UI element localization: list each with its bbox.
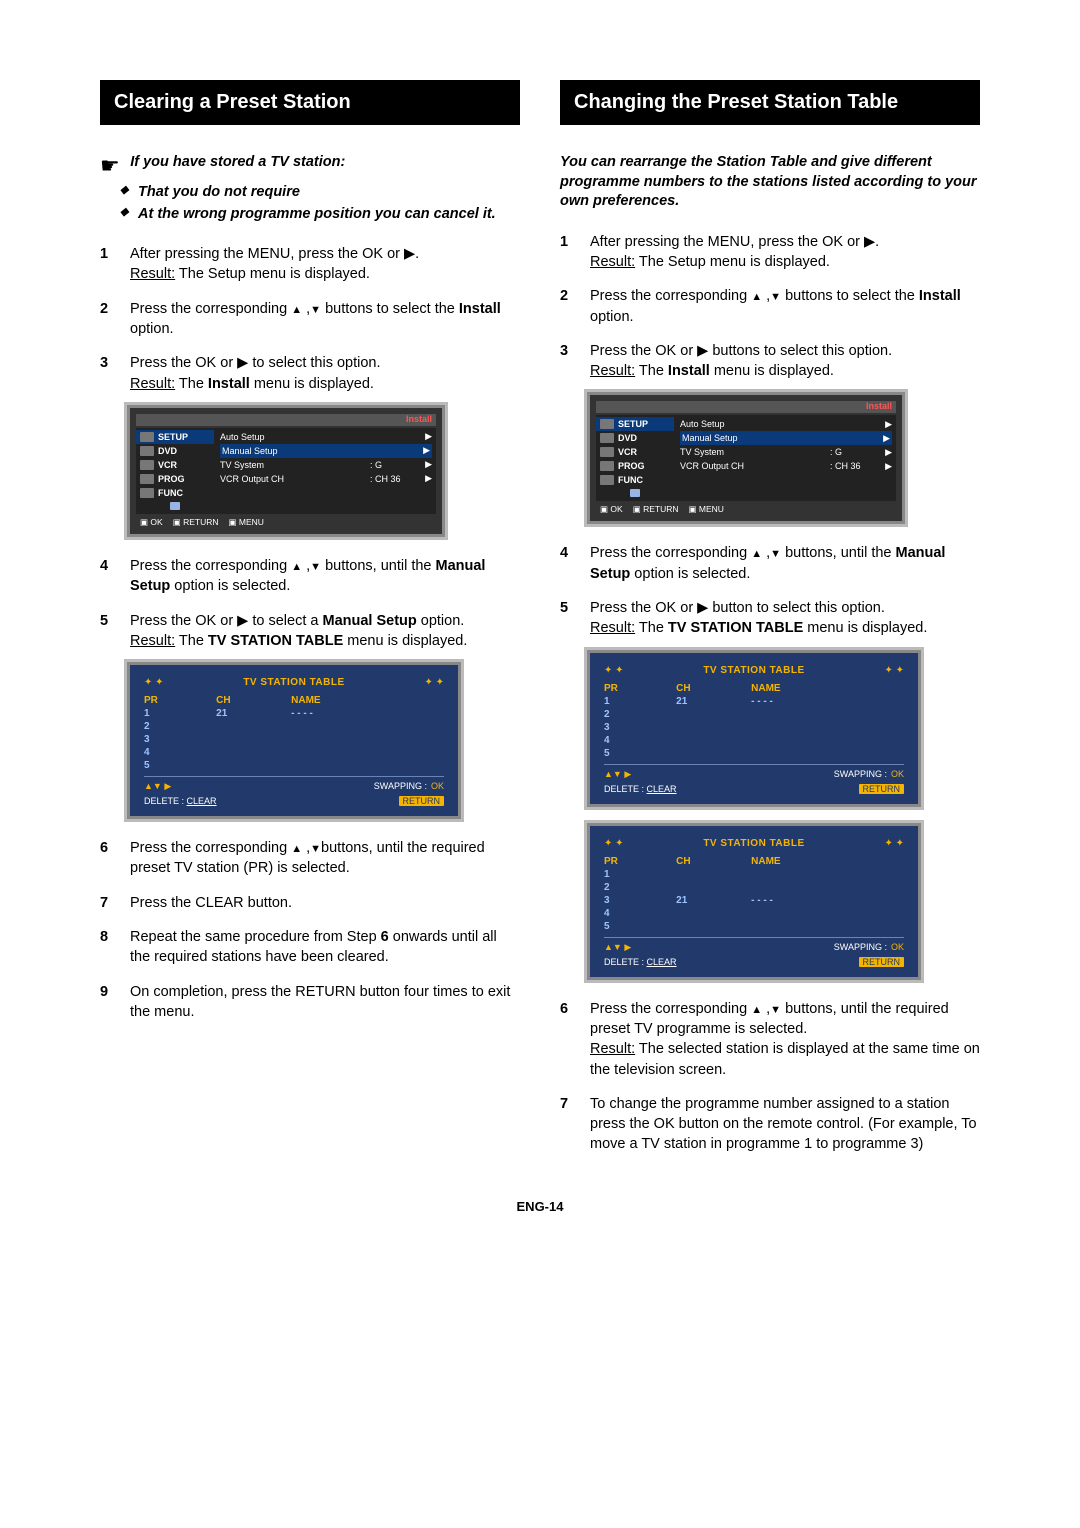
pointer-icon: ☛ [100, 153, 120, 178]
step-text: After pressing the MENU, press the OK or… [130, 244, 419, 285]
osd-tab: DVD [136, 444, 214, 458]
tv-station-table-screenshot: ✦ ✦TV STATION TABLE✦ ✦ PRCHNAME 121- - -… [130, 665, 458, 816]
step-number: 6 [560, 999, 576, 1080]
page-number: ENG-14 [100, 1199, 980, 1214]
step-number: 2 [100, 299, 116, 340]
step-number: 7 [560, 1094, 576, 1155]
step-number: 8 [100, 927, 116, 968]
step-number: 6 [100, 838, 116, 879]
intro-lead: If you have stored a TV station: [130, 154, 345, 170]
left-title: Clearing a Preset Station [100, 80, 520, 125]
step-text: Press the corresponding ▲ ,▼ buttons, un… [590, 999, 980, 1080]
step-text: Press the OK or ▶ button to select this … [590, 598, 927, 639]
step-text: Press the corresponding ▲ ,▼ buttons, un… [130, 556, 520, 597]
step-number: 3 [100, 353, 116, 394]
right-intro: You can rearrange the Station Table and … [560, 153, 980, 212]
step-number: 4 [560, 543, 576, 584]
step-text: Repeat the same procedure from Step 6 on… [130, 927, 520, 968]
step-number: 5 [560, 598, 576, 639]
osd-tab: SETUP [136, 430, 214, 444]
tv-station-table-screenshot: ✦ ✦TV STATION TABLE✦ ✦ PRCHNAME 121- - -… [590, 653, 918, 804]
left-steps: 1 After pressing the MENU, press the OK o… [100, 244, 520, 394]
intro-bullet: That you do not require [138, 183, 520, 203]
osd-foot-item: RETURN [173, 517, 219, 528]
step-number: 4 [100, 556, 116, 597]
step-text: On completion, press the RETURN button f… [130, 982, 520, 1023]
step-number: 3 [560, 341, 576, 382]
left-intro: ☛ If you have stored a TV station: That … [100, 153, 520, 224]
step-text: Press the corresponding ▲ ,▼buttons, unt… [130, 838, 520, 879]
step-text: Press the OK or ▶ to select a Manual Set… [130, 611, 467, 652]
osd-foot-item: OK [140, 517, 163, 528]
osd-install-screenshot: Install SETUP DVD VCR PROG FUNC Auto Set… [590, 395, 902, 521]
step-text: To change the programme number assigned … [590, 1094, 980, 1155]
step-text: Press the OK or ▶ to select this option.… [130, 353, 381, 394]
step-number: 2 [560, 286, 576, 327]
step-number: 7 [100, 893, 116, 913]
right-column: Changing the Preset Station Table You ca… [560, 80, 980, 1169]
osd-tab: PROG [136, 472, 214, 486]
step-number: 9 [100, 982, 116, 1023]
intro-bullet: At the wrong programme position you can … [138, 205, 520, 225]
step-text: Press the corresponding ▲ ,▼ buttons to … [590, 286, 980, 327]
step-number: 1 [560, 232, 576, 273]
step-text: After pressing the MENU, press the OK or… [590, 232, 879, 273]
step-text: Press the corresponding ▲ ,▼ buttons to … [130, 299, 520, 340]
tv-station-table-screenshot: ✦ ✦TV STATION TABLE✦ ✦ PRCHNAME 1 2 321-… [590, 826, 918, 977]
step-text: Press the CLEAR button. [130, 893, 292, 913]
manual-page: Clearing a Preset Station ☛ If you have … [0, 0, 1080, 1274]
osd-tab: VCR [136, 458, 214, 472]
osd-tab: FUNC [136, 486, 214, 500]
left-column: Clearing a Preset Station ☛ If you have … [100, 80, 520, 1169]
osd-corner-label: Install [406, 414, 432, 424]
step-number: 1 [100, 244, 116, 285]
osd-install-screenshot: Install SETUP DVD VCR PROG FUNC Auto Set… [130, 408, 442, 534]
right-title: Changing the Preset Station Table [560, 80, 980, 125]
step-text: Press the OK or ▶ buttons to select this… [590, 341, 892, 382]
step-text: Press the corresponding ▲ ,▼ buttons, un… [590, 543, 980, 584]
osd-foot-item: MENU [229, 517, 264, 528]
step-number: 5 [100, 611, 116, 652]
